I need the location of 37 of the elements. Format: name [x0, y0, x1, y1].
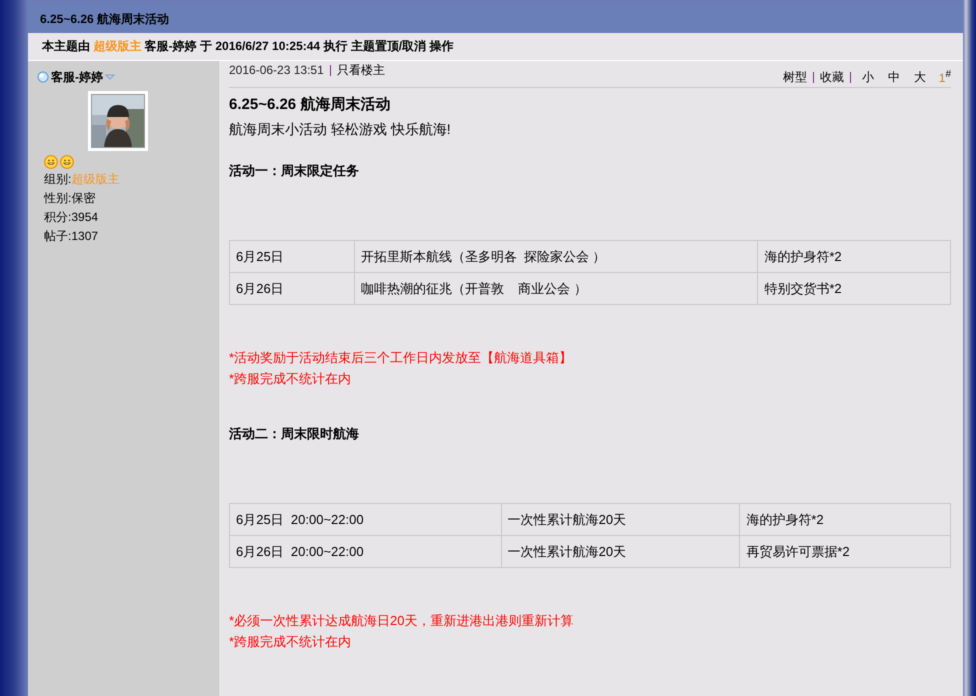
font-size-link[interactable]: 小: [862, 68, 874, 86]
table-cell: 再贸易许可票据*2: [740, 536, 950, 568]
note-text: *跨服完成不统计在内: [229, 633, 352, 651]
table-cell: 6月26日 20:00~22:00: [230, 536, 502, 568]
table-cell: 6月25日: [230, 240, 354, 272]
username[interactable]: 客服-婷婷: [51, 68, 103, 86]
font-size-link[interactable]: 中: [888, 68, 900, 86]
table-cell: 6月26日: [230, 272, 354, 304]
section-heading: 活动一：周末限定任务: [229, 162, 360, 180]
caret-icon: [105, 73, 115, 81]
intro-text: 航海周末小活动 轻松游戏 快乐航海!: [229, 121, 452, 139]
smiley-icon: [60, 155, 74, 169]
note-text: *活动奖励于活动结束后三个工作日内发放至【航海道具箱】: [229, 349, 574, 367]
profile-field: 积分:3954: [44, 208, 98, 227]
note-text: *跨服完成不统计在内: [229, 370, 352, 388]
font-size-link[interactable]: 大: [914, 68, 926, 86]
note-text: *必须一次性累计达成航海日20天，重新进港出港则重新计算: [229, 612, 575, 630]
toolbar-link[interactable]: 收藏: [820, 68, 844, 86]
profile-field: 组别:超级版主: [44, 170, 120, 189]
smiley-icon: [44, 155, 58, 169]
table-cell: 6月25日 20:00~22:00: [230, 504, 502, 536]
table-cell: 一次性累计航海20天: [501, 504, 740, 536]
table-cell: 特别交货书*2: [758, 272, 950, 304]
profile-field: 帖子:1307: [44, 227, 98, 246]
table-cell: 咖啡热潮的征兆（开普敦 商业公会 ）: [354, 272, 758, 304]
moderation-notice: 本主题由 超级版主 客服-婷婷 于 2016/6/27 10:25:44 执行 主题置顶/取消 操作: [28, 33, 963, 60]
floor-number: 1$^{#}$: [938, 69, 951, 85]
table-cell: 海的护身符*2: [740, 504, 950, 536]
post-date: 2016-06-23 13:51: [229, 62, 324, 79]
section-heading: 活动二：周末限时航海: [229, 425, 360, 443]
toolbar-link[interactable]: 树型: [782, 68, 807, 86]
post-title: 6.25~6.26 航海周末活动: [229, 95, 392, 115]
only-author-link[interactable]: 只看楼主: [336, 61, 385, 79]
table-cell: 一次性累计航海20天: [501, 536, 740, 568]
table-cell: 开拓里斯本航线（圣多明各 探险家公会 ）: [354, 240, 758, 272]
table-cell: 海的护身符*2: [758, 240, 950, 272]
profile-field: 性别:保密: [44, 189, 96, 208]
